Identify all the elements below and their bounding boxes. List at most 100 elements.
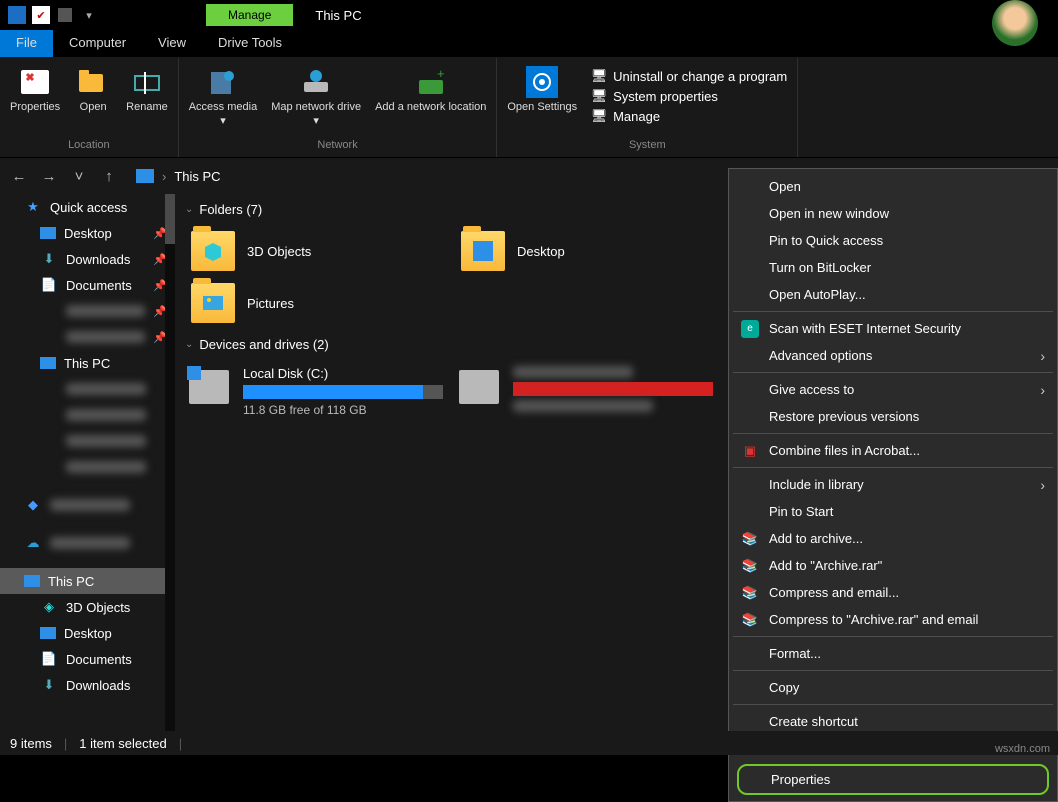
usage-fill <box>243 385 423 399</box>
this-pc-icon <box>24 575 40 587</box>
map-drive-button[interactable]: Map network drive ▾ <box>265 64 367 131</box>
ctx-compress-rar-email[interactable]: 📚Compress to "Archive.rar" and email <box>729 606 1057 633</box>
sidebar-blurred[interactable] <box>0 402 175 428</box>
sidebar-blurred[interactable] <box>0 454 175 480</box>
access-media-button[interactable]: Access media ▾ <box>183 64 263 131</box>
sidebar-downloads2[interactable]: ⬇Downloads <box>0 672 175 698</box>
chevron-right-icon: › <box>162 169 166 184</box>
ctx-acrobat-combine[interactable]: ▣Combine files in Acrobat... <box>729 437 1057 464</box>
this-pc-icon <box>40 357 56 369</box>
sidebar-this-pc-sub[interactable]: This PC <box>0 350 175 376</box>
ctx-add-archive[interactable]: 📚Add to archive... <box>729 525 1057 552</box>
qat-customize-icon[interactable]: ▾ <box>80 6 98 24</box>
open-button[interactable]: Open <box>68 64 118 116</box>
ctx-bitlocker[interactable]: Turn on BitLocker <box>729 254 1057 281</box>
sidebar-blurred[interactable]: 📌 <box>0 298 175 324</box>
sidebar-3d-objects[interactable]: ◈3D Objects <box>0 594 175 620</box>
uninstall-icon: 🖥 <box>591 68 607 84</box>
forward-button[interactable]: → <box>38 168 60 185</box>
scrollbar-thumb[interactable] <box>165 194 175 244</box>
sidebar: ★Quick access Desktop📌 ⬇Downloads📌 📄Docu… <box>0 194 175 731</box>
ribbon: Properties Open Rename Location Access m… <box>0 58 1058 158</box>
back-button[interactable]: ← <box>8 168 30 185</box>
system-properties-button[interactable]: 🖥System properties <box>591 88 787 104</box>
ctx-open[interactable]: Open <box>729 173 1057 200</box>
ctx-eset-scan[interactable]: eScan with ESET Internet Security <box>729 315 1057 342</box>
add-location-button[interactable]: + Add a network location <box>369 64 492 116</box>
documents-icon: 📄 <box>40 277 58 293</box>
chevron-down-icon: ⌄ <box>185 339 193 350</box>
star-icon: ★ <box>24 199 42 215</box>
sidebar-documents[interactable]: 📄Documents📌 <box>0 272 175 298</box>
ctx-advanced-options[interactable]: Advanced options› <box>729 342 1057 369</box>
group-location-label: Location <box>68 139 110 155</box>
sidebar-blurred[interactable] <box>0 376 175 402</box>
ctx-format[interactable]: Format... <box>729 640 1057 667</box>
sidebar-desktop2[interactable]: Desktop <box>0 620 175 646</box>
recent-dropdown[interactable]: ˅ <box>68 168 90 185</box>
drive-label: Local Disk (C:) <box>243 366 443 381</box>
open-icon <box>77 66 109 98</box>
ctx-restore-versions[interactable]: Restore previous versions <box>729 403 1057 430</box>
sidebar-downloads[interactable]: ⬇Downloads📌 <box>0 246 175 272</box>
ctx-include-library[interactable]: Include in library› <box>729 471 1057 498</box>
sidebar-documents2[interactable]: 📄Documents <box>0 646 175 672</box>
separator <box>733 433 1053 434</box>
sidebar-blurred[interactable]: 📌 <box>0 324 175 350</box>
cube-icon <box>203 241 223 261</box>
folder-3d-objects[interactable]: 3D Objects <box>181 225 451 277</box>
winrar-icon: 📚 <box>741 557 759 575</box>
titlebar: ✔ ▾ Manage This PC <box>0 0 1058 30</box>
separator <box>733 636 1053 637</box>
ctx-give-access[interactable]: Give access to› <box>729 376 1057 403</box>
system-list: 🖥Uninstall or change a program 🖥System p… <box>585 64 793 128</box>
sidebar-desktop[interactable]: Desktop📌 <box>0 220 175 246</box>
status-selected-count: 1 item selected <box>79 736 166 751</box>
group-system-label: System <box>629 139 666 155</box>
qat-dropdown-icon[interactable] <box>56 6 74 24</box>
ctx-compress-email[interactable]: 📚Compress and email... <box>729 579 1057 606</box>
rename-icon <box>131 66 163 98</box>
sidebar-quick-access[interactable]: ★Quick access <box>0 194 175 220</box>
scrollbar[interactable] <box>165 194 175 731</box>
sidebar-blurred[interactable]: ◆ <box>0 492 175 518</box>
tab-file[interactable]: File <box>0 30 53 57</box>
cube-icon: ◈ <box>40 599 58 615</box>
ctx-properties[interactable]: Properties <box>737 764 1049 795</box>
rename-button[interactable]: Rename <box>120 64 174 116</box>
folder-desktop[interactable]: Desktop <box>451 225 721 277</box>
qat-properties-icon[interactable]: ✔ <box>32 6 50 24</box>
ctx-pin-quick-access[interactable]: Pin to Quick access <box>729 227 1057 254</box>
drive-icon <box>459 370 499 404</box>
drive-secondary[interactable] <box>451 360 721 423</box>
folder-pictures[interactable]: Pictures <box>181 277 451 329</box>
drive-local-c[interactable]: Local Disk (C:) 11.8 GB free of 118 GB <box>181 360 451 423</box>
sidebar-this-pc[interactable]: This PC <box>0 568 175 594</box>
up-button[interactable]: ↑ <box>98 168 120 185</box>
separator <box>733 467 1053 468</box>
manage-tab[interactable]: Manage <box>206 4 293 26</box>
acrobat-icon: ▣ <box>741 442 759 460</box>
drive-icon <box>189 370 229 404</box>
downloads-icon: ⬇ <box>40 677 58 693</box>
tab-computer[interactable]: Computer <box>53 30 142 57</box>
quick-access-toolbar: ✔ ▾ <box>0 6 106 24</box>
ctx-autoplay[interactable]: Open AutoPlay... <box>729 281 1057 308</box>
sidebar-blurred[interactable]: ☁ <box>0 530 175 556</box>
ctx-pin-start[interactable]: Pin to Start <box>729 498 1057 525</box>
properties-icon <box>19 66 51 98</box>
tab-drive-tools[interactable]: Drive Tools <box>202 30 298 57</box>
chevron-right-icon: › <box>1040 477 1045 493</box>
uninstall-button[interactable]: 🖥Uninstall or change a program <box>591 68 787 84</box>
manage-button[interactable]: 🖥Manage <box>591 108 787 124</box>
ctx-add-archive-rar[interactable]: 📚Add to "Archive.rar" <box>729 552 1057 579</box>
window-title: This PC <box>315 8 361 23</box>
ctx-open-new-window[interactable]: Open in new window <box>729 200 1057 227</box>
context-menu: Open Open in new window Pin to Quick acc… <box>728 168 1058 802</box>
sidebar-blurred[interactable] <box>0 428 175 454</box>
open-settings-button[interactable]: Open Settings <box>501 64 583 116</box>
tab-view[interactable]: View <box>142 30 202 57</box>
app-icon <box>8 6 26 24</box>
properties-button[interactable]: Properties <box>4 64 66 116</box>
ctx-copy[interactable]: Copy <box>729 674 1057 701</box>
